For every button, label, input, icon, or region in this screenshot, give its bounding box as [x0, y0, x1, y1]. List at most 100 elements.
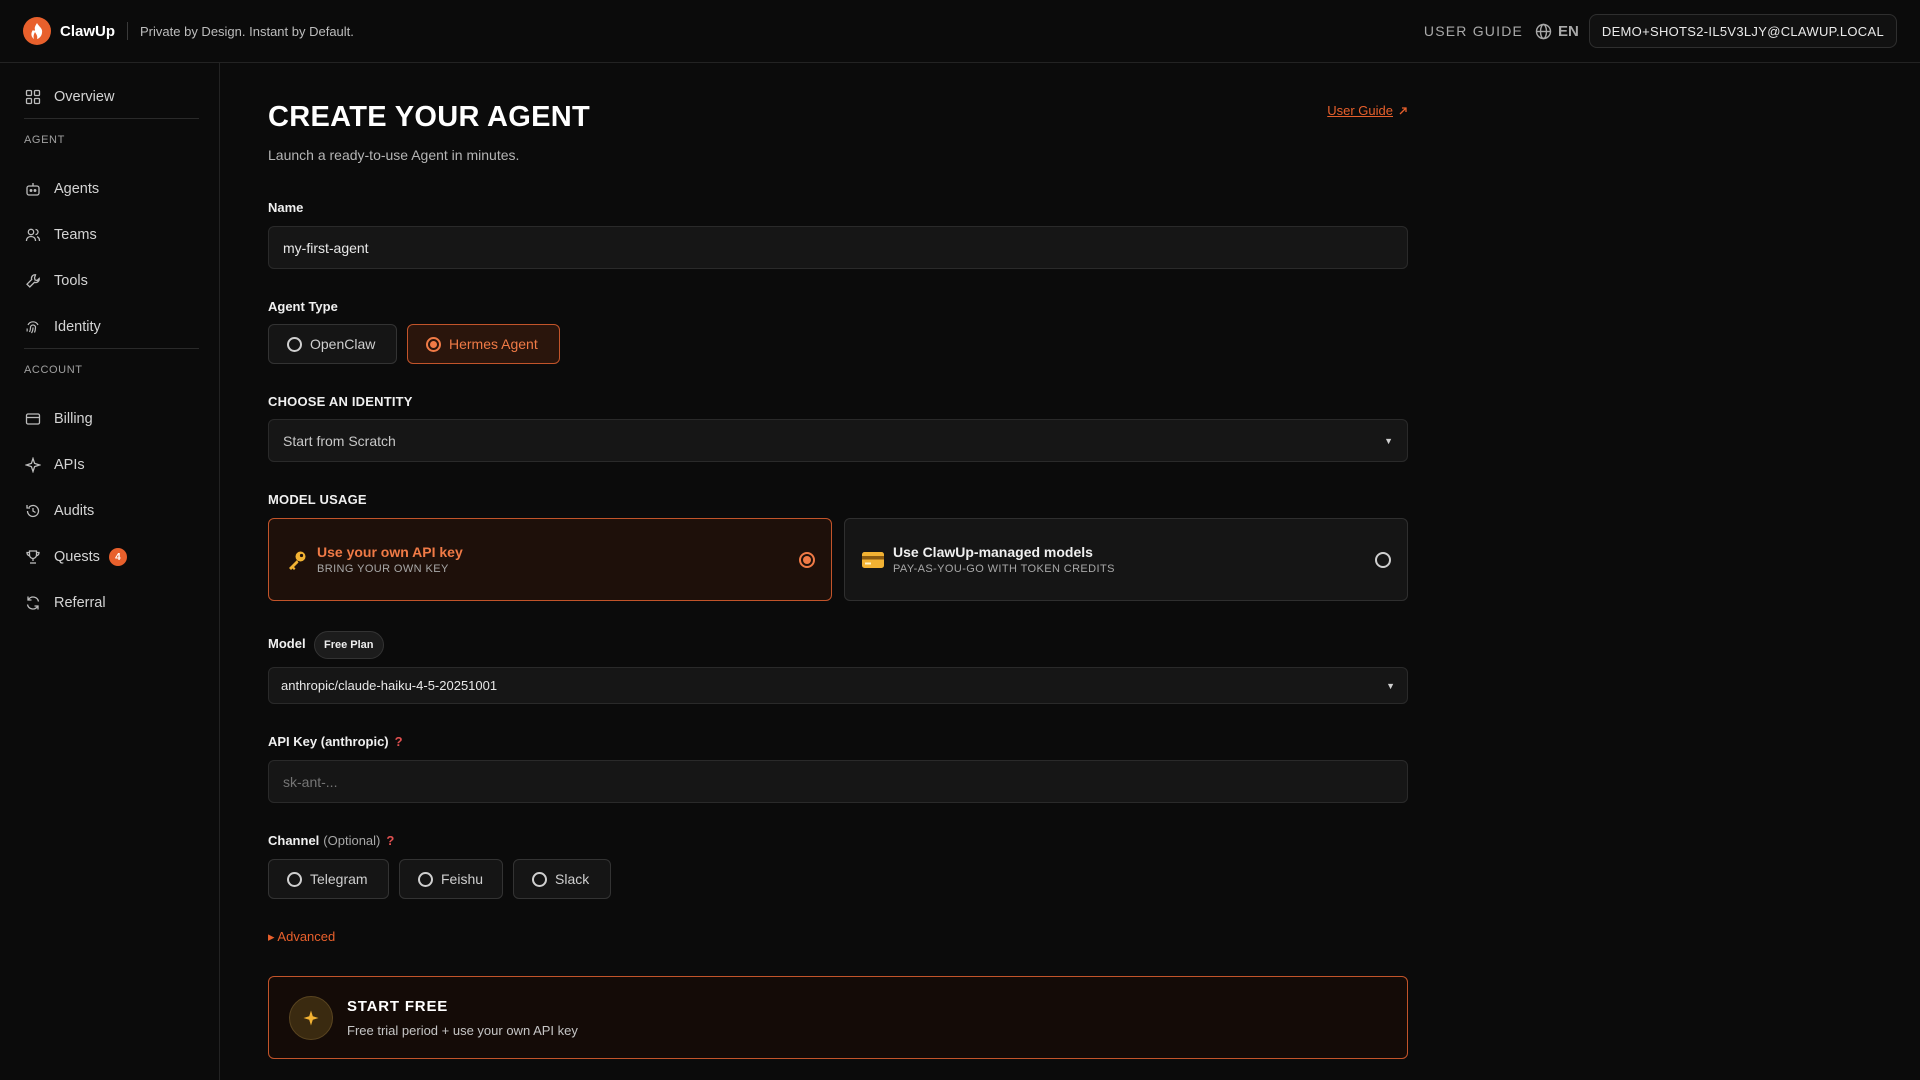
identity-select-value: Start from Scratch: [283, 432, 396, 449]
page-subtitle: Launch a ready-to-use Agent in minutes.: [268, 147, 520, 163]
sidebar-item-label: Overview: [54, 89, 115, 105]
model-usage-label: MODEL USAGE: [268, 492, 367, 507]
api-key-input[interactable]: [268, 760, 1408, 803]
chevron-down-icon: ▼: [1386, 680, 1395, 691]
sidebar-item-referral[interactable]: Referral: [24, 591, 106, 615]
advanced-toggle[interactable]: ▸ Advanced: [268, 929, 335, 945]
name-label: Name: [268, 200, 304, 215]
usage-own-title: Use your own API key: [317, 544, 463, 560]
channel-feishu[interactable]: Feishu: [399, 859, 503, 899]
api-key-label-row: API Key (anthropic) ?: [268, 734, 403, 749]
sidebar-item-label: Teams: [54, 227, 97, 243]
radio-icon: [1375, 551, 1391, 568]
model-select-value: anthropic/claude-haiku-4-5-20251001: [281, 678, 498, 693]
chevron-down-icon: ▼: [1384, 435, 1393, 446]
usage-own-key-option[interactable]: Use your own API key BRING YOUR OWN KEY: [268, 518, 832, 601]
sidebar-item-label: Agents: [54, 181, 100, 197]
sidebar-item-label: Audits: [54, 503, 95, 519]
sparkle-icon: [24, 457, 41, 474]
trophy-icon: [24, 549, 41, 566]
agent-type-hermes[interactable]: Hermes Agent: [407, 324, 560, 364]
fingerprint-icon: [24, 319, 41, 336]
start-free-title: START FREE: [347, 997, 449, 1015]
sidebar-item-billing[interactable]: Billing: [24, 407, 93, 431]
name-input[interactable]: my-first-agent: [268, 226, 1408, 269]
channel-option-label: Slack: [555, 871, 590, 887]
agent-type-label: Agent Type: [268, 299, 338, 314]
usage-managed-text: Use ClawUp-managed models PAY-AS-YOU-GO …: [893, 544, 1115, 575]
grid-icon: [24, 89, 41, 106]
radio-icon: [418, 871, 433, 887]
credit-card-icon: [24, 411, 41, 428]
radio-icon: [287, 871, 302, 887]
usage-managed-subtitle: PAY-AS-YOU-GO WITH TOKEN CREDITS: [893, 563, 1115, 575]
model-select[interactable]: anthropic/claude-haiku-4-5-20251001 ▼: [268, 667, 1408, 704]
sidebar-item-label: Identity: [54, 319, 101, 335]
api-key-label: API Key (anthropic): [268, 734, 389, 749]
usage-own-text: Use your own API key BRING YOUR OWN KEY: [317, 544, 463, 575]
globe-icon[interactable]: [1535, 23, 1552, 40]
section-label-account: ACCOUNT: [24, 364, 83, 376]
radio-icon: [532, 871, 547, 887]
start-free-text: START FREE Free trial period + use your …: [347, 998, 578, 1038]
user-guide-link[interactable]: User Guide: [1327, 103, 1408, 118]
help-icon[interactable]: ?: [386, 833, 394, 848]
sidebar-item-teams[interactable]: Teams: [24, 223, 97, 247]
user-guide-link-label: User Guide: [1327, 103, 1393, 118]
tagline: Private by Design. Instant by Default.: [140, 23, 354, 39]
channel-telegram[interactable]: Telegram: [268, 859, 389, 899]
sidebar-item-quests[interactable]: Quests 4: [24, 545, 127, 569]
sidebar-divider: [24, 118, 199, 119]
sidebar-divider: [24, 348, 199, 349]
account-menu-button[interactable]: DEMO+SHOTS2-IL5V3LJY@CLAWUP.LOCAL: [1588, 14, 1897, 48]
agent-type-openclaw[interactable]: OpenClaw: [268, 324, 397, 364]
top-bar: ClawUp Private by Design. Instant by Def…: [0, 0, 1920, 63]
wrench-icon: [24, 273, 41, 290]
channel-slack[interactable]: Slack: [513, 859, 611, 899]
key-icon: [285, 548, 309, 572]
sidebar-item-identity[interactable]: Identity: [24, 315, 101, 339]
user-guide-link[interactable]: USER GUIDE: [1424, 23, 1523, 39]
free-plan-badge: Free Plan: [314, 631, 384, 659]
sidebar-item-agents[interactable]: Agents: [24, 177, 99, 201]
sidebar-item-apis[interactable]: APIs: [24, 453, 85, 477]
sidebar-item-label: Quests: [54, 549, 100, 565]
sidebar-item-audits[interactable]: Audits: [24, 499, 94, 523]
page-title: CREATE YOUR AGENT: [268, 101, 590, 133]
history-icon: [24, 503, 41, 520]
clawup-logo-icon[interactable]: [23, 17, 51, 45]
channel-label: Channel: [268, 833, 320, 848]
model-label: Model: [268, 636, 306, 651]
channel-option-label: Feishu: [441, 871, 484, 887]
sidebar-item-overview[interactable]: Overview: [24, 85, 114, 109]
usage-managed-option[interactable]: Use ClawUp-managed models PAY-AS-YOU-GO …: [844, 518, 1408, 601]
channel-option-label: Telegram: [310, 871, 368, 887]
usage-managed-title: Use ClawUp-managed models: [893, 544, 1093, 560]
refresh-icon: [24, 595, 41, 612]
sidebar-item-label: APIs: [54, 457, 85, 473]
channel-label-row: Channel (Optional) ?: [268, 833, 394, 848]
agent-type-label-hermes: Hermes Agent: [449, 336, 538, 352]
users-icon: [24, 227, 41, 244]
quests-count-badge: 4: [108, 548, 127, 566]
header-divider: [127, 22, 129, 40]
sidebar-item-label: Billing: [54, 411, 93, 427]
sidebar: Overview AGENT Agents Teams Tools Identi…: [0, 63, 220, 1080]
identity-select[interactable]: Start from Scratch ▼: [268, 419, 1408, 462]
sidebar-item-label: Referral: [54, 595, 106, 611]
radio-selected-icon: [426, 336, 441, 352]
agent-type-label-openclaw: OpenClaw: [310, 336, 376, 352]
brand-name[interactable]: ClawUp: [60, 23, 115, 40]
sidebar-item-label: Tools: [54, 273, 88, 289]
sparkle-icon: [289, 995, 333, 1040]
sidebar-item-tools[interactable]: Tools: [24, 269, 88, 293]
start-free-button[interactable]: START FREE Free trial period + use your …: [268, 976, 1408, 1059]
help-icon[interactable]: ?: [395, 734, 403, 749]
identity-label: CHOOSE AN IDENTITY: [268, 394, 413, 409]
radio-icon: [287, 336, 302, 352]
channel-optional-label: (Optional): [323, 833, 381, 848]
external-link-icon: [1399, 106, 1407, 114]
robot-icon: [24, 181, 41, 198]
language-selector[interactable]: EN: [1558, 23, 1579, 40]
start-free-subtitle: Free trial period + use your own API key: [347, 1022, 578, 1038]
